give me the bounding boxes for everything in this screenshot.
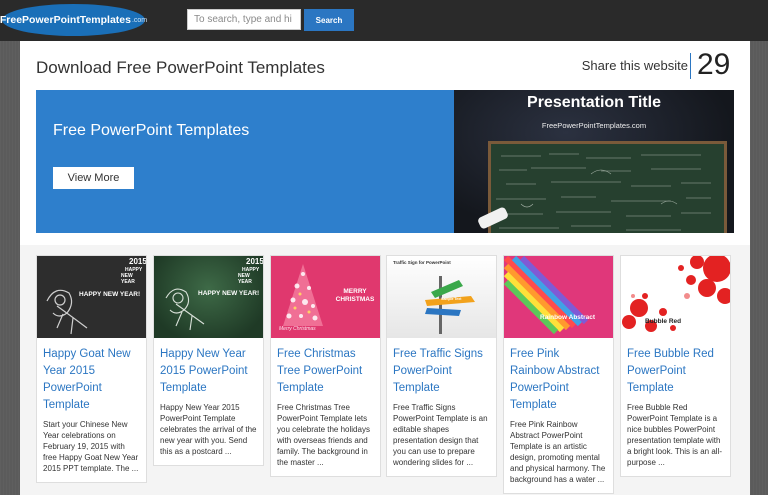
share-label[interactable]: Share this website <box>582 58 688 73</box>
template-thumbnail[interactable]: MERRY CHRISTMAS Merry Christmas <box>271 256 380 338</box>
share-count: 29 <box>697 48 731 81</box>
search-input[interactable] <box>187 9 301 30</box>
search-button[interactable]: Search <box>304 9 354 31</box>
thumb-caption: Bubble Red <box>645 318 682 325</box>
template-description: Start your Chinese New Year celebrations… <box>43 420 139 473</box>
hero-title: Free PowerPoint Templates <box>53 122 250 139</box>
template-title-link[interactable]: Free Bubble Red PowerPoint Template <box>621 338 730 397</box>
template-title-link[interactable]: Happy New Year 2015 PowerPoint Template <box>154 338 263 397</box>
hero-image-subtitle: FreePowerPointTemplates.com <box>541 121 647 130</box>
page-title: Download Free PowerPoint Templates <box>36 58 325 77</box>
thumb-subcaption: Merry Christmas <box>279 326 316 332</box>
template-card[interactable]: 2015 HAPPY NEW YEAR HAPPY NEW YEAR! Happ… <box>153 255 264 466</box>
template-title-link[interactable]: Free Traffic Signs PowerPoint Template <box>387 338 496 397</box>
thumb-caption: MERRY CHRISTMAS <box>335 288 375 303</box>
chalkboard-formulas <box>496 153 711 231</box>
template-thumbnail[interactable]: Traffic Sign for PowerPoint Sample Text <box>387 256 496 338</box>
thumb-caption: Rainbow Abstract <box>540 314 596 321</box>
template-description: Free Traffic Signs PowerPoint Template i… <box>393 403 488 467</box>
template-card[interactable]: Bubble Red Free Bubble Red PowerPoint Te… <box>620 255 731 477</box>
share-divider <box>690 53 691 79</box>
template-card[interactable]: MERRY CHRISTMAS Merry Christmas Free Chr… <box>270 255 381 477</box>
featured-panel: Download Free PowerPoint Templates Share… <box>20 41 750 245</box>
chalkboard-graphic <box>488 141 727 233</box>
rainbow-graphic <box>504 256 589 335</box>
logo-suffix: .com <box>131 16 148 24</box>
top-navbar: FreePowerPointTemplates.com Search <box>0 0 768 41</box>
thumb-newyear: NEW YEAR <box>121 273 135 285</box>
template-thumbnail[interactable]: 2015 HAPPY NEW YEAR HAPPY NEW YEAR! <box>37 256 146 338</box>
template-thumbnail[interactable]: 2015 HAPPY NEW YEAR HAPPY NEW YEAR! <box>154 256 263 338</box>
logo-text: FreePowerPointTemplates <box>0 14 131 26</box>
hero-image-title: Presentation Title <box>527 94 661 111</box>
template-thumbnail[interactable]: Rainbow Abstract <box>504 256 613 338</box>
thumb-year: 2015 <box>129 257 146 266</box>
template-description: Happy New Year 2015 PowerPoint Template … <box>160 403 257 456</box>
thumb-caption: HAPPY NEW YEAR! <box>198 290 260 297</box>
bubbles-graphic <box>622 256 730 332</box>
template-card[interactable]: Rainbow Abstract Free Pink Rainbow Abstr… <box>503 255 614 494</box>
thumb-newyear: NEW YEAR <box>238 273 252 285</box>
view-more-button[interactable]: View More <box>53 167 134 189</box>
template-title-link[interactable]: Free Christmas Tree PowerPoint Template <box>271 338 380 397</box>
main-content: Download Free PowerPoint Templates Share… <box>20 41 750 495</box>
hero-banner: Free PowerPoint Templates View More <box>36 90 454 233</box>
template-title-link[interactable]: Free Pink Rainbow Abstract PowerPoint Te… <box>504 338 613 414</box>
template-description: Free Bubble Red PowerPoint Template is a… <box>627 403 723 467</box>
thumb-year: 2015 <box>246 257 263 266</box>
template-card[interactable]: Traffic Sign for PowerPoint Sample Text … <box>386 255 497 477</box>
hero-image[interactable]: Presentation Title FreePowerPointTemplat… <box>454 90 734 233</box>
site-logo[interactable]: FreePowerPointTemplates .com <box>0 4 148 36</box>
thumb-sign-text: Sample Text <box>441 297 462 301</box>
template-thumbnail[interactable]: Bubble Red <box>621 256 730 338</box>
template-description: Free Christmas Tree PowerPoint Template … <box>277 403 370 467</box>
template-card[interactable]: 2015 HAPPY NEW YEAR HAPPY NEW YEAR! Happ… <box>36 255 147 483</box>
thumb-caption: HAPPY NEW YEAR! <box>79 291 141 298</box>
template-title-link[interactable]: Happy Goat New Year 2015 PowerPoint Temp… <box>37 338 146 414</box>
template-description: Free Pink Rainbow Abstract PowerPoint Te… <box>510 420 606 484</box>
